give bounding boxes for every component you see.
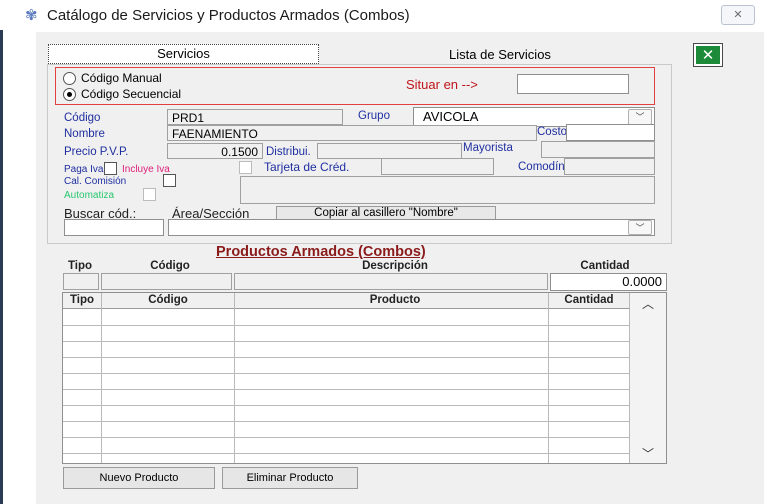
- pvp-value: 0.1500: [221, 145, 258, 159]
- grid-row-line: [63, 373, 629, 374]
- mayorista-field[interactable]: [541, 141, 655, 158]
- entry-header-codigo: Código: [150, 260, 190, 272]
- label-grupo: Grupo: [358, 110, 390, 122]
- tab-lista-servicios[interactable]: Lista de Servicios: [400, 46, 600, 64]
- label-mayorista: Mayorista: [463, 142, 513, 154]
- entry-codigo-field[interactable]: [101, 273, 232, 290]
- grid-header-codigo: Código: [148, 294, 188, 306]
- label-codigo-secuencial: Código Secuencial: [81, 87, 182, 101]
- distribui-field[interactable]: [317, 143, 462, 159]
- incluye-iva-checkbox[interactable]: [239, 161, 252, 174]
- grid-row-line: [63, 421, 629, 422]
- grid-header-cantidad: Cantidad: [564, 294, 614, 306]
- eliminar-producto-button[interactable]: Eliminar Producto: [222, 467, 358, 489]
- entry-header-descripcion: Descripción: [362, 260, 428, 272]
- label-nombre: Nombre: [64, 128, 105, 140]
- grid-row-line: [63, 453, 629, 454]
- grupo-dropdown-icon[interactable]: ﹀: [628, 109, 652, 125]
- eliminar-producto-label: Eliminar Producto: [246, 472, 334, 484]
- scroll-down-icon[interactable]: ﹀: [642, 445, 654, 462]
- buscar-codigo-field[interactable]: [64, 219, 164, 236]
- window-title: Catálogo de Servicios y Productos Armado…: [47, 7, 410, 24]
- grid-scrollbar[interactable]: ︿ ﹀: [630, 293, 666, 463]
- entry-tipo-field[interactable]: [63, 273, 99, 290]
- grid-header-producto: Producto: [369, 294, 421, 306]
- label-costo: Costo: [537, 126, 568, 138]
- grid-row-line: [63, 325, 629, 326]
- tarjeta-field[interactable]: [381, 158, 494, 175]
- label-cal-comision: Cal. Comisión: [64, 176, 127, 187]
- radio-codigo-secuencial[interactable]: [63, 88, 76, 101]
- comodin-field[interactable]: [564, 158, 655, 175]
- cal-comision-checkbox[interactable]: [163, 174, 176, 187]
- label-codigo: Código: [64, 112, 101, 124]
- costo-field[interactable]: [566, 124, 655, 141]
- pvp-field[interactable]: 0.1500: [167, 143, 263, 159]
- entry-descripcion-field[interactable]: [234, 273, 548, 290]
- paga-iva-checkbox[interactable]: [104, 162, 117, 175]
- window-edge: [0, 30, 3, 504]
- tab-servicios[interactable]: Servicios: [48, 44, 319, 64]
- close-icon: ✕: [733, 9, 743, 21]
- grid-row-line: [63, 341, 629, 342]
- area-seccion-select[interactable]: ﹀: [168, 219, 655, 236]
- close-button[interactable]: ✕: [721, 5, 755, 25]
- app-icon: ✾: [25, 7, 38, 24]
- grupo-value: AVICOLA: [423, 109, 479, 124]
- entry-cantidad-field[interactable]: 0.0000: [550, 273, 667, 291]
- tab-lista-servicios-label: Lista de Servicios: [449, 47, 551, 62]
- label-pvp: Precio P.V.P.: [64, 146, 129, 158]
- situar-en-input[interactable]: [517, 74, 629, 94]
- label-comodin: Comodín: [518, 161, 565, 173]
- nombre-field[interactable]: FAENAMIENTO: [167, 125, 537, 141]
- automatiza-checkbox[interactable]: [143, 188, 156, 201]
- radio-codigo-manual[interactable]: [63, 72, 76, 85]
- label-codigo-manual: Código Manual: [81, 71, 162, 85]
- label-automatiza: Automatiza: [64, 190, 115, 201]
- grid-row-line: [63, 405, 629, 406]
- copiar-nombre-button[interactable]: Copiar al casillero "Nombre": [276, 206, 496, 220]
- codigo-field[interactable]: PRD1: [167, 109, 343, 125]
- excel-icon[interactable]: ✕: [693, 43, 723, 67]
- grid-row-line: [63, 389, 629, 390]
- entry-header-tipo: Tipo: [67, 260, 93, 272]
- notes-field[interactable]: [240, 176, 655, 204]
- grid-row-line: [63, 437, 629, 438]
- tab-servicios-label: Servicios: [157, 46, 210, 61]
- grid-header-tipo: Tipo: [69, 294, 95, 306]
- entry-header-cantidad: Cantidad: [580, 260, 630, 272]
- entry-cantidad-value: 0.0000: [622, 274, 662, 289]
- scroll-up-icon[interactable]: ︿: [642, 295, 654, 312]
- area-dropdown-icon[interactable]: ﹀: [628, 220, 652, 235]
- nuevo-producto-button[interactable]: Nuevo Producto: [63, 467, 215, 489]
- label-tarjeta: Tarjeta de Créd.: [264, 160, 350, 174]
- label-situar-en: Situar en -->: [406, 77, 478, 92]
- combos-grid[interactable]: [62, 292, 667, 464]
- label-distribui: Distribui.: [266, 146, 311, 158]
- copiar-nombre-label: Copiar al casillero "Nombre": [314, 207, 458, 219]
- grid-row-line: [63, 357, 629, 358]
- nuevo-producto-label: Nuevo Producto: [99, 472, 179, 484]
- window-titlebar: ✾ Catálogo de Servicios y Productos Arma…: [0, 0, 764, 30]
